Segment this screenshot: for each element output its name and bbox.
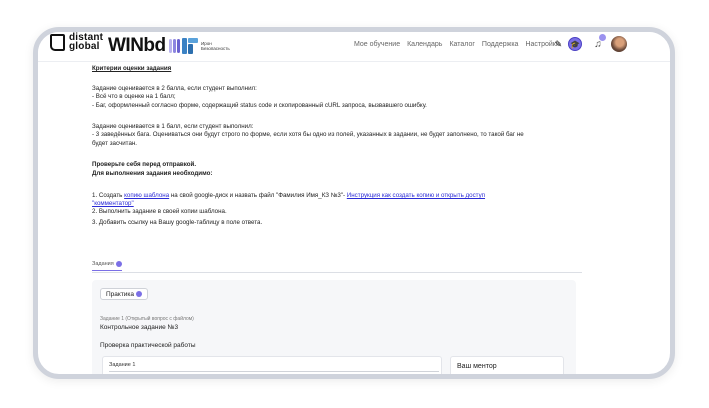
winbd-logo-text: WINbd <box>108 35 166 56</box>
step-1: 1. Создать копию шаблона на свой google-… <box>92 192 485 200</box>
criteria-line: будет засчитан. <box>92 140 138 147</box>
criteria-heading: Критерии оценки задания <box>92 65 172 72</box>
nav-catalog[interactable]: Каталог <box>449 41 474 48</box>
task-meta: Задание 1 (Открытый вопрос с файлом) <box>100 316 194 322</box>
instruction-link[interactable]: Инструкция как создать копию и открыть д… <box>347 192 485 199</box>
bell-icon[interactable]: ♫ <box>592 33 606 51</box>
task-card: Практика Задание 1 (Открытый вопрос с фа… <box>92 280 576 374</box>
criteria-line: Задание оценивается в 1 балл, если студе… <box>92 123 254 130</box>
winbd-logo[interactable]: WINbd <box>108 35 180 57</box>
header-tools: ✎ 🎓 ♫ <box>552 33 627 52</box>
task-subcard: Задание 1 <box>102 356 442 374</box>
graduation-cap-icon[interactable]: 🎓 <box>568 37 582 51</box>
practice-label: Практика <box>106 290 135 298</box>
nav-calendar[interactable]: Календарь <box>407 41 442 48</box>
requirements-heading: Для выполнения задания необходимо: <box>92 170 213 177</box>
tabs-bar: Задания <box>92 261 582 273</box>
distant-global-logo-mark <box>50 33 65 51</box>
check-before-submit: Проверьте себя перед отправкой. <box>92 161 197 168</box>
main-nav: Мое обучение Календарь Каталог Поддержка… <box>354 41 560 48</box>
security-logo-line2: Безопасность <box>201 46 230 51</box>
nav-my-learning[interactable]: Мое обучение <box>354 41 400 48</box>
criteria-line: - 3 заведённых бага. Оцениваться они буд… <box>92 131 524 138</box>
notification-badge <box>599 33 606 41</box>
template-copy-link[interactable]: копию шаблона <box>124 192 169 199</box>
step-3: 3. Добавить ссылку на Вашу google-таблиц… <box>92 219 263 226</box>
pencil-icon[interactable]: ✎ <box>552 38 565 51</box>
winbd-logo-mark <box>168 39 180 53</box>
step-2: 2. Выполнить задание в своей копии шабло… <box>92 208 227 215</box>
criteria-line: Задание оценивается в 2 балла, если студ… <box>92 85 257 92</box>
top-navigation-bar: distant global WINbd Ирон Безопасность М… <box>38 32 670 62</box>
criteria-line: - Всё что в оценке на 1 балл; <box>92 93 176 100</box>
mentor-title: Ваш ментор <box>457 363 497 370</box>
avatar[interactable] <box>611 36 627 52</box>
step-1-middle: на свой google-диск и назвать файл "Фами… <box>169 192 347 199</box>
tab-tasks[interactable]: Задания <box>92 261 122 271</box>
tab-tasks-indicator <box>115 261 122 267</box>
logo-da-line2: global <box>69 41 100 52</box>
task-subcard-title: Задание 1 <box>109 362 136 368</box>
practice-button[interactable]: Практика <box>100 288 149 300</box>
step-1-continued: "комментатор" <box>92 200 134 208</box>
security-logo-mark-icon <box>182 38 198 54</box>
browser-window-frame: distant global WINbd Ирон Безопасность М… <box>33 27 675 379</box>
tab-tasks-label: Задания <box>92 261 114 267</box>
mentor-panel: Ваш ментор <box>450 356 564 374</box>
security-logo[interactable]: Ирон Безопасность <box>182 38 230 54</box>
distant-global-logo[interactable]: distant global <box>50 33 103 52</box>
answer-field-divider <box>109 371 439 373</box>
task-check-label: Проверка практической работы <box>100 342 196 349</box>
step-1-prefix: 1. Создать <box>92 192 125 199</box>
practice-indicator <box>136 291 143 297</box>
instruction-link-continued[interactable]: "комментатор" <box>92 200 134 207</box>
nav-support[interactable]: Поддержка <box>482 41 519 48</box>
criteria-line: - Баг, оформленный согласно форме, содер… <box>92 102 427 109</box>
task-title: Контрольное задание №3 <box>100 324 179 331</box>
